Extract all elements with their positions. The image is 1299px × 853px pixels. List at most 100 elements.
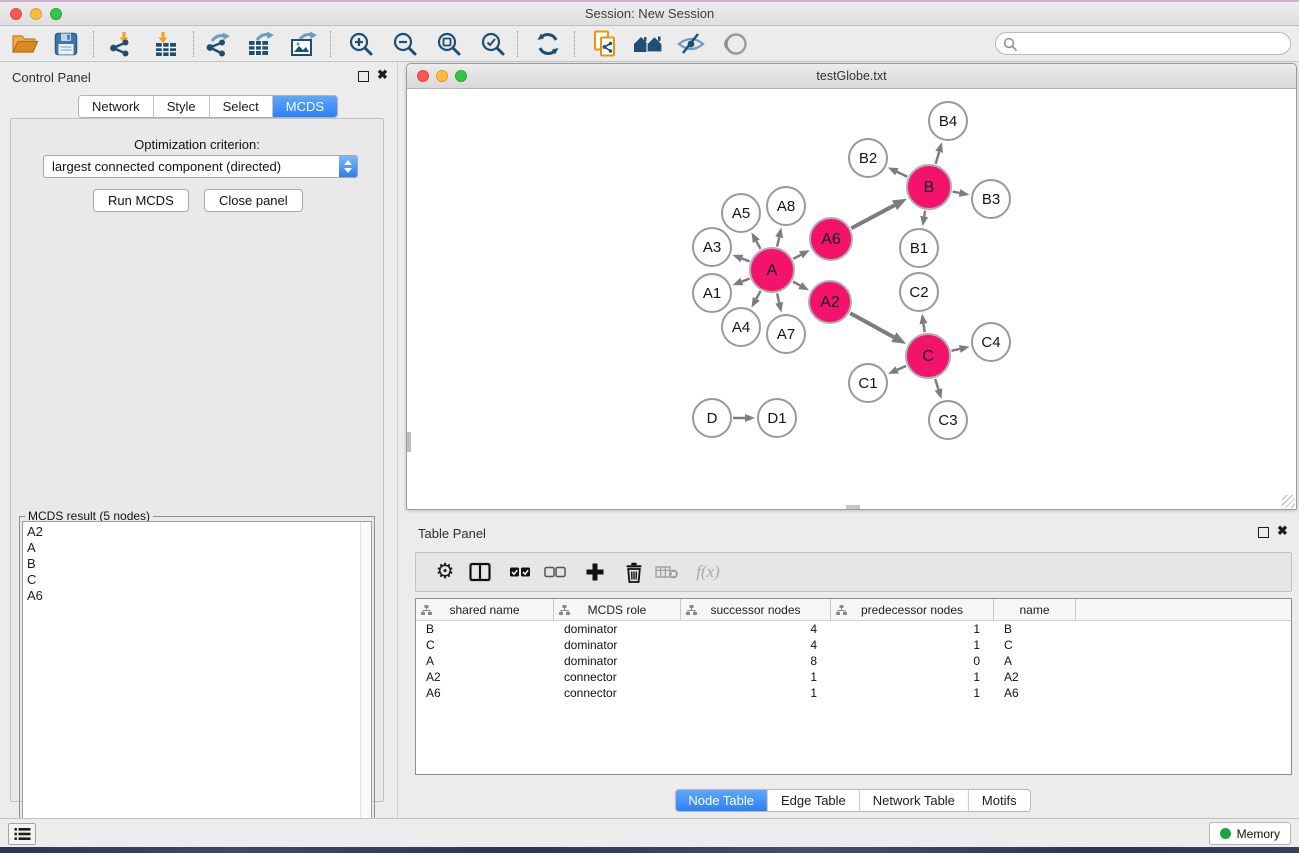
table-cell[interactable]: connector — [554, 669, 681, 685]
delete-column-button[interactable] — [617, 553, 651, 591]
table-cell[interactable]: B — [416, 621, 554, 637]
save-session-button[interactable] — [47, 28, 85, 60]
graph-edge-C-C2[interactable] — [923, 324, 924, 333]
table-cell[interactable]: dominator — [554, 621, 681, 637]
close-panel-button[interactable]: Close panel — [204, 189, 303, 212]
table-cell[interactable]: A — [994, 653, 1076, 669]
function-builder-button[interactable]: f(x) — [686, 553, 730, 591]
graph-edge-B-B1[interactable] — [924, 211, 925, 217]
column-header-successor-nodes[interactable]: successor nodes — [681, 599, 831, 620]
graph-edge-A-A8[interactable] — [777, 237, 779, 246]
table-cell[interactable]: 0 — [831, 653, 994, 669]
close-table-panel-icon[interactable]: ✖ — [1277, 523, 1288, 539]
tab-mcds[interactable]: MCDS — [273, 96, 337, 117]
network-graph[interactable]: B4B2BB3A5A8A6A3AB1A1C2A2A4A7CC4C1C3DD1 — [407, 89, 1296, 509]
network-window-titlebar[interactable]: testGlobe.txt — [407, 64, 1296, 89]
table-settings-button[interactable]: ⚙ — [428, 553, 462, 591]
table-row[interactable]: Adominator80A — [416, 653, 1291, 669]
column-header-MCDS-role[interactable]: MCDS role — [554, 599, 681, 620]
show-graphics-details-button[interactable] — [717, 28, 755, 60]
zoom-network-window-button[interactable] — [455, 70, 467, 82]
export-table-button[interactable] — [242, 28, 280, 60]
zoom-out-button[interactable] — [386, 28, 424, 60]
graph-edge-A-A7[interactable] — [777, 293, 779, 302]
node-table[interactable]: shared nameMCDS rolesuccessor nodesprede… — [415, 598, 1292, 775]
graph-edge-A-A3[interactable] — [742, 258, 750, 261]
graph-edge-A-A5[interactable] — [756, 241, 760, 249]
export-image-button[interactable] — [285, 28, 323, 60]
memory-button[interactable]: Memory — [1209, 822, 1291, 845]
minimize-window-button[interactable] — [30, 8, 42, 20]
table-cell[interactable]: C — [416, 637, 554, 653]
zoom-in-button[interactable] — [342, 28, 380, 60]
table-cell[interactable]: 1 — [681, 685, 831, 701]
table-cell[interactable]: 1 — [831, 685, 994, 701]
table-row[interactable]: Bdominator41B — [416, 621, 1291, 637]
export-network-button[interactable] — [199, 28, 237, 60]
table-cell[interactable]: 8 — [681, 653, 831, 669]
table-cell[interactable]: 1 — [681, 669, 831, 685]
run-mcds-button[interactable]: Run MCDS — [93, 189, 189, 212]
refresh-layout-button[interactable] — [529, 28, 567, 60]
table-cell[interactable]: 1 — [831, 621, 994, 637]
close-panel-icon[interactable]: ✖ — [377, 67, 388, 83]
task-history-button[interactable] — [8, 823, 36, 845]
zoom-selected-button[interactable] — [474, 28, 512, 60]
table-cell[interactable]: A6 — [994, 685, 1076, 701]
table-row[interactable]: A6connector11A6 — [416, 685, 1291, 701]
search-input[interactable] — [1022, 34, 1282, 53]
select-all-button[interactable] — [503, 553, 537, 591]
column-header-shared-name[interactable]: shared name — [416, 599, 554, 620]
table-cell[interactable]: A2 — [416, 669, 554, 685]
result-item[interactable]: A2 — [27, 524, 371, 540]
graph-edge-A2-C[interactable] — [850, 313, 894, 337]
mcds-result-list[interactable]: A2ABCA6 — [22, 521, 372, 849]
tab-node-table[interactable]: Node Table — [675, 790, 768, 811]
table-row[interactable]: A2connector11A2 — [416, 669, 1291, 685]
graph-edge-C-C1[interactable] — [897, 366, 906, 370]
float-table-panel-icon[interactable] — [1258, 527, 1269, 538]
zoom-window-button[interactable] — [50, 8, 62, 20]
home-layout-button[interactable] — [629, 28, 667, 60]
table-cell[interactable]: A6 — [416, 685, 554, 701]
horizontal-scroll-thumb[interactable] — [846, 505, 860, 509]
graph-edge-A-A4[interactable] — [756, 291, 760, 299]
table-cell[interactable]: connector — [554, 685, 681, 701]
deselect-all-button[interactable] — [538, 553, 572, 591]
column-header-predecessor-nodes[interactable]: predecessor nodes — [831, 599, 994, 620]
tab-network[interactable]: Network — [79, 96, 154, 117]
graph-edge-A-A1[interactable] — [742, 279, 750, 282]
result-scrollbar[interactable] — [360, 522, 371, 848]
graph-edge-A6-B[interactable] — [851, 205, 894, 228]
table-cell[interactable]: B — [994, 621, 1076, 637]
search-box[interactable] — [995, 32, 1291, 55]
import-table-button[interactable] — [147, 28, 185, 60]
optimization-criterion-dropdown[interactable]: largest connected component (directed) — [43, 155, 358, 178]
table-cell[interactable]: 4 — [681, 621, 831, 637]
tab-select[interactable]: Select — [210, 96, 273, 117]
tab-motifs[interactable]: Motifs — [969, 790, 1030, 811]
split-view-button[interactable] — [463, 553, 497, 591]
graph-edge-B-B3[interactable] — [953, 192, 960, 193]
network-canvas[interactable]: B4B2BB3A5A8A6A3AB1A1C2A2A4A7CC4C1C3DD1 — [407, 89, 1296, 509]
minimize-network-window-button[interactable] — [436, 70, 448, 82]
tab-edge-table[interactable]: Edge Table — [768, 790, 860, 811]
delete-table-button[interactable] — [650, 553, 684, 591]
result-item[interactable]: C — [27, 572, 371, 588]
float-panel-icon[interactable] — [358, 71, 369, 82]
table-cell[interactable]: A — [416, 653, 554, 669]
close-window-button[interactable] — [10, 8, 22, 20]
result-item[interactable]: A — [27, 540, 371, 556]
column-header-name[interactable]: name — [994, 599, 1076, 620]
table-cell[interactable]: dominator — [554, 637, 681, 653]
graph-edge-C-C3[interactable] — [935, 379, 938, 390]
resize-grip-icon[interactable] — [1282, 495, 1295, 508]
graph-edge-A-A2[interactable] — [793, 282, 800, 286]
tab-network-table[interactable]: Network Table — [860, 790, 969, 811]
import-network-button[interactable] — [102, 28, 140, 60]
table-cell[interactable]: 1 — [831, 669, 994, 685]
vertical-scroll-thumb[interactable] — [407, 432, 411, 452]
table-cell[interactable]: 1 — [831, 637, 994, 653]
graph-edge-B-B4[interactable] — [936, 152, 940, 164]
graph-edge-A-A6[interactable] — [793, 255, 801, 259]
